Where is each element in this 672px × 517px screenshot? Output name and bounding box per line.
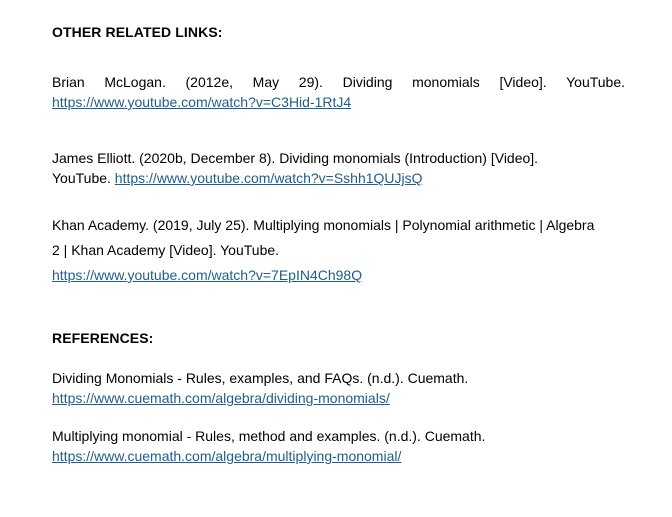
related-link-khan-citation-line1: Khan Academy. (2019, July 25). Multiplyi… [52,217,595,233]
related-link-mclogan-citation: Brian McLogan. (2012e, May 29). Dividing… [52,74,626,90]
related-links-heading: OTHER RELATED LINKS: [52,24,223,40]
reference-multiplying-monomial: Multiplying monomial - Rules, method and… [52,426,625,466]
cuemath-link-dividing-monomials[interactable]: https://www.cuemath.com/algebra/dividing… [52,390,390,406]
related-link-elliott-citation: James Elliott. (2020b, December 8). Divi… [52,150,539,166]
reference-dividing-monomials: Dividing Monomials - Rules, examples, an… [52,368,625,408]
youtube-link-elliott[interactable]: https://www.youtube.com/watch?v=Sshh1QUJ… [115,170,423,186]
references-heading: REFERENCES: [52,330,154,346]
related-link-khan-academy: Khan Academy. (2019, July 25). Multiplyi… [52,213,625,288]
reference-multiplying-monomial-citation: Multiplying monomial - Rules, method and… [52,428,486,444]
related-link-elliott: James Elliott. (2020b, December 8). Divi… [52,148,625,188]
cuemath-link-multiplying-monomial[interactable]: https://www.cuemath.com/algebra/multiply… [52,448,401,464]
reference-dividing-monomials-citation: Dividing Monomials - Rules, examples, an… [52,370,469,386]
youtube-link-mclogan[interactable]: https://www.youtube.com/watch?v=C3Hid-1R… [52,94,351,110]
related-link-elliott-source: YouTube. [52,170,115,186]
related-link-mclogan: Brian McLogan. (2012e, May 29). Dividing… [52,72,625,112]
related-link-khan-citation-line2: 2 | Khan Academy [Video]. YouTube. [52,242,280,258]
youtube-link-khan-academy[interactable]: https://www.youtube.com/watch?v=7EpIN4Ch… [52,267,362,283]
